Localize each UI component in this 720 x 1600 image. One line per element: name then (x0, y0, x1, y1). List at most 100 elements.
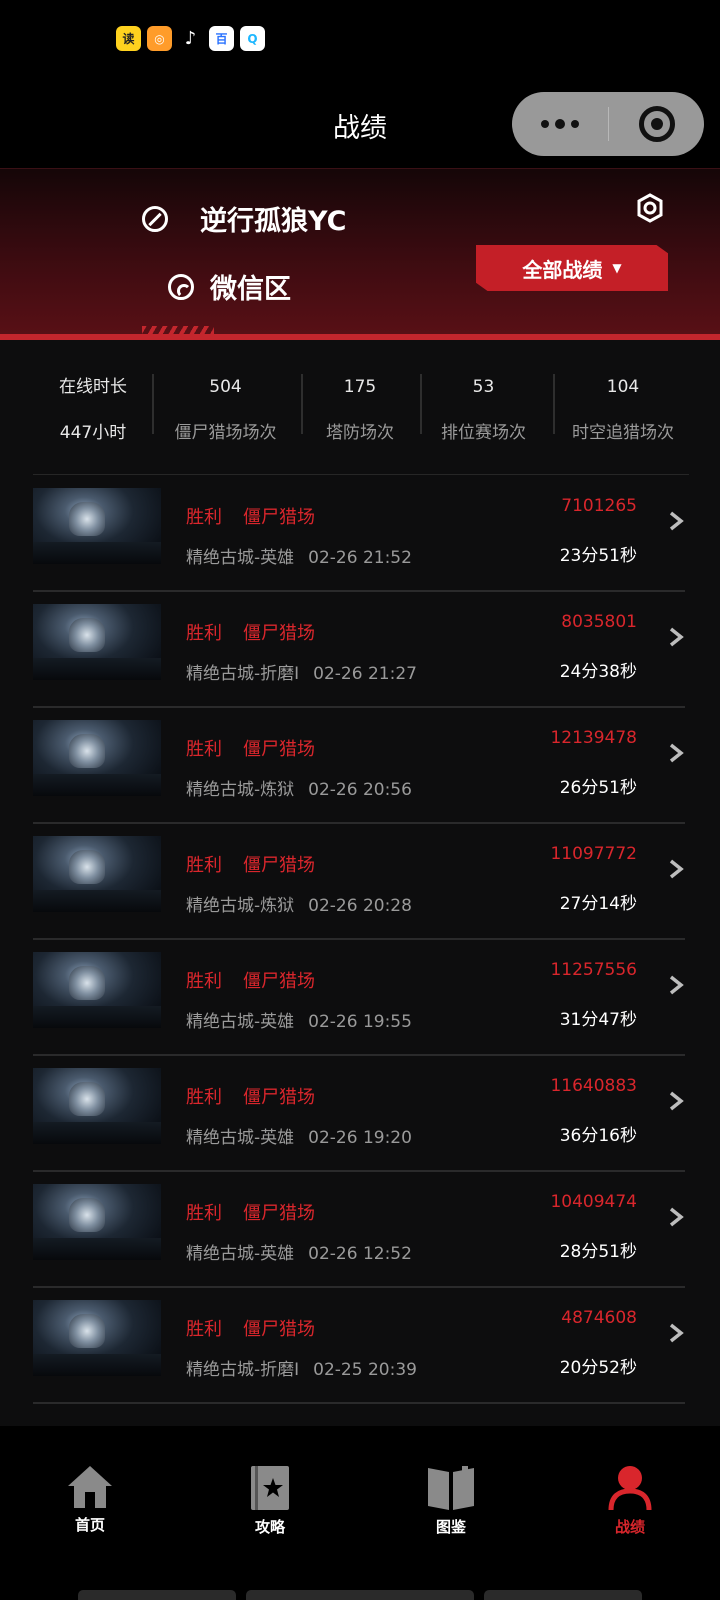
tab-label-home: 首页 (74, 1516, 105, 1534)
app-icon-orange: ◎ (147, 26, 172, 51)
match-row[interactable]: 胜利 僵尸猎场 精绝古城-折磨I 02-25 20:39 4874608 20分52秒 (33, 1288, 685, 1404)
match-score: 11257556 (550, 960, 637, 980)
more-dots-icon[interactable] (512, 119, 608, 129)
match-time: 02-26 20:56 (308, 780, 412, 800)
tiktok-icon: ♪ (178, 26, 203, 51)
nav-header: 战绩 (0, 80, 720, 168)
miniprogram-capsule (512, 92, 704, 156)
player-name: 逆行孤狼YC (200, 206, 347, 237)
hexagon-settings-icon[interactable] (636, 193, 664, 223)
match-mode: 僵尸猎场 (243, 971, 315, 992)
match-map-line: 精绝古城-英雄 02-26 19:20 (186, 1123, 412, 1148)
miniprogram-close-icon[interactable] (609, 106, 704, 142)
match-thumbnail (33, 836, 161, 912)
zone-name: 微信区 (210, 274, 291, 305)
chevron-right-icon[interactable] (665, 742, 687, 764)
match-result: 胜利 (186, 971, 222, 992)
guide-book-icon (251, 1466, 289, 1510)
match-mode: 僵尸猎场 (243, 1203, 315, 1224)
match-map: 精绝古城-折磨I (186, 1360, 300, 1380)
stat-zombie-hunt: 504 僵尸猎场场次 (174, 377, 277, 443)
match-result: 胜利 (186, 855, 222, 876)
match-result: 胜利 (186, 739, 222, 760)
chevron-right-icon[interactable] (665, 974, 687, 996)
match-duration: 23分51秒 (559, 546, 637, 566)
player-name-row: 逆行孤狼YC (142, 199, 346, 238)
match-mode: 僵尸猎场 (243, 623, 315, 644)
match-score: 10409474 (550, 1192, 637, 1212)
match-thumbnail (33, 1300, 161, 1376)
player-badge-icon (142, 205, 168, 232)
match-result: 胜利 (186, 1203, 222, 1224)
stat-divider (553, 374, 555, 434)
tab-guide[interactable]: 攻略 (210, 1464, 330, 1537)
stat-ranked: 53 排位赛场次 (441, 377, 526, 443)
chevron-right-icon[interactable] (665, 1090, 687, 1112)
match-row[interactable]: 胜利 僵尸猎场 精绝古城-英雄 02-26 19:20 11640883 36分16秒 (33, 1056, 685, 1172)
match-mode: 僵尸猎场 (243, 1087, 315, 1108)
chevron-right-icon[interactable] (665, 626, 687, 648)
stat-online-time: 在线时长 447小时 (59, 377, 127, 443)
chevron-right-icon[interactable] (665, 1206, 687, 1228)
chevron-right-icon[interactable] (665, 1322, 687, 1344)
match-duration: 26分51秒 (559, 778, 637, 798)
match-map-line: 精绝古城-炼狱 02-26 20:28 (186, 891, 412, 916)
match-row[interactable]: 胜利 僵尸猎场 精绝古城-英雄 02-26 12:52 10409474 28分51秒 (33, 1172, 685, 1288)
match-map: 精绝古城-英雄 (186, 1128, 295, 1148)
chevron-down-icon: ▼ (612, 261, 622, 275)
match-map: 精绝古城-炼狱 (186, 780, 295, 800)
match-row[interactable]: 胜利 僵尸猎场精绝古城-英雄 02-26 21:52 7101265 23分51秒 (33, 476, 685, 592)
match-score: 11640883 (550, 1076, 637, 1096)
match-map: 精绝古城-折磨I (186, 664, 300, 684)
match-thumbnail (33, 1068, 161, 1144)
system-nav-indicator (246, 1590, 474, 1600)
match-score: 7101265 (561, 496, 637, 516)
user-icon (608, 1466, 652, 1511)
match-time: 02-26 19:55 (308, 1012, 412, 1032)
match-duration: 24分38秒 (559, 662, 637, 682)
match-duration: 20分52秒 (559, 1358, 637, 1378)
baidu-icon: 百 (209, 26, 234, 51)
match-thumbnail (33, 1184, 161, 1260)
match-score: 8035801 (561, 612, 637, 632)
match-result: 胜利 (186, 1319, 222, 1340)
match-map-line: 精绝古城-折磨I 02-26 21:27 (186, 659, 417, 684)
chevron-right-icon[interactable] (665, 858, 687, 880)
match-map-line: 精绝古城-英雄 02-26 19:55 (186, 1007, 412, 1032)
match-mode: 僵尸猎场 (243, 507, 315, 528)
match-map-line: 精绝古城-炼狱 02-26 20:56 (186, 775, 412, 800)
match-thumbnail (33, 952, 161, 1028)
match-time: 02-26 21:52 (308, 548, 412, 568)
stat-divider (301, 374, 303, 434)
tab-codex[interactable]: 图鉴 (391, 1464, 511, 1537)
match-mode: 僵尸猎场 (243, 1319, 315, 1340)
tab-records[interactable]: 战绩 (570, 1464, 690, 1537)
match-map: 精绝古城-炼狱 (186, 896, 295, 916)
system-nav-indicator (78, 1590, 236, 1600)
match-duration: 36分16秒 (559, 1126, 637, 1146)
match-time: 02-26 12:52 (308, 1244, 412, 1264)
all-records-dropdown[interactable]: 全部战绩 ▼ (476, 245, 668, 291)
match-map-line: 精绝古城-英雄 02-26 21:52 (186, 543, 412, 568)
match-time: 02-26 20:28 (308, 896, 412, 916)
chevron-right-icon[interactable] (665, 510, 687, 532)
match-thumbnail (33, 488, 161, 564)
all-records-label: 全部战绩 (522, 257, 603, 282)
tab-home[interactable]: 首页 (30, 1464, 150, 1535)
bottom-tab-bar: 首页 攻略 图鉴 战绩 (0, 1426, 720, 1600)
match-score: 11097772 (550, 844, 637, 864)
match-row[interactable]: 胜利 僵尸猎场 精绝古城-炼狱 02-26 20:28 11097772 27分14秒 (33, 824, 685, 940)
match-mode: 僵尸猎场 (243, 855, 315, 876)
match-result: 胜利 (186, 507, 222, 528)
zone-icon (168, 273, 194, 300)
tab-label-guide: 攻略 (254, 1518, 285, 1536)
match-row[interactable]: 胜利 僵尸猎场精绝古城-折磨I 02-26 21:27 8035801 24分38秒 (33, 592, 685, 708)
match-row[interactable]: 胜利 僵尸猎场 精绝古城-炼狱 02-26 20:56 12139478 26分51秒 (33, 708, 685, 824)
match-result: 胜利 (186, 623, 222, 644)
tab-label-records: 战绩 (614, 1518, 645, 1536)
match-map: 精绝古城-英雄 (186, 1012, 295, 1032)
zone-row: 微信区 (168, 267, 291, 306)
match-duration: 28分51秒 (559, 1242, 637, 1262)
match-row[interactable]: 胜利 僵尸猎场 精绝古城-英雄 02-26 19:55 11257556 31分47秒 (33, 940, 685, 1056)
tab-label-codex: 图鉴 (435, 1518, 466, 1536)
